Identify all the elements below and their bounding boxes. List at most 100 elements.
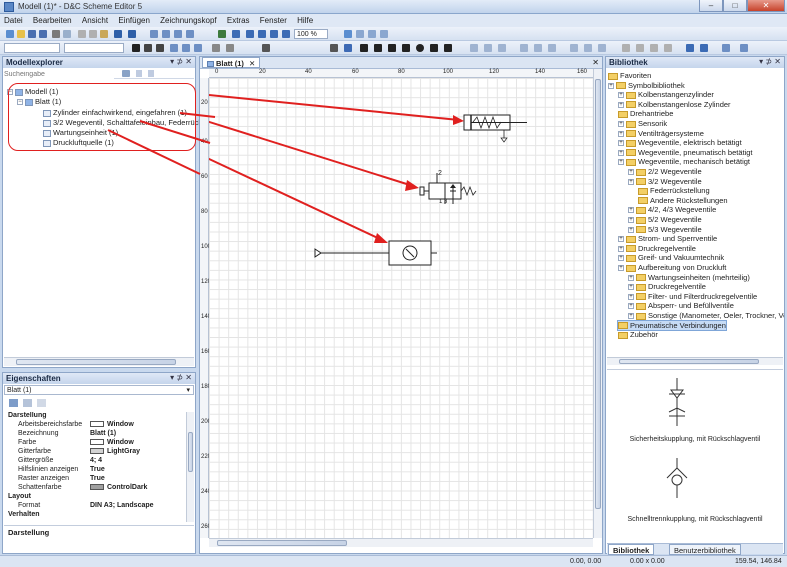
expand-icon[interactable]: + [608,82,614,89]
library-item[interactable]: Zubehör [618,330,658,339]
connector-icon[interactable] [262,44,270,52]
menu-zeichnungskopf[interactable]: Zeichnungskopf [156,14,220,25]
align-bottom-icon[interactable] [548,44,556,52]
print-icon[interactable] [52,30,60,38]
property-row[interactable]: Gitterfarbe LightGray [4,448,180,457]
property-row[interactable]: Gittergröße 4; 4 [4,457,180,466]
layout-icon[interactable] [356,30,364,38]
panel-controls[interactable]: ▾ ⊅ ✕ [170,373,192,382]
library-item[interactable]: Drehantriebe [618,109,673,118]
align-icon[interactable] [150,30,158,38]
expand-icon[interactable]: + [618,255,624,262]
expand-icon[interactable]: + [628,293,634,300]
grid-icon[interactable] [344,30,352,38]
expand-icon[interactable]: + [618,92,624,99]
scroll-thumb[interactable] [16,359,176,365]
undo-icon[interactable] [114,30,122,38]
new-icon[interactable] [6,30,14,38]
library-item[interactable]: + Aufbereitung von Druckluft [618,263,726,272]
triangle-tool-icon[interactable] [388,44,396,52]
menu-fenster[interactable]: Fenster [256,14,291,25]
sheet-icon[interactable] [380,30,388,38]
library-item[interactable]: +5/2 Wegeventile [628,215,702,224]
library-item[interactable]: Federrückstellung [638,186,710,195]
layers-icon[interactable] [722,44,730,52]
grid-toggle-icon[interactable] [700,44,708,52]
line-tool-icon[interactable] [360,44,368,52]
same-size-icon[interactable] [598,44,606,52]
align-right-icon[interactable] [194,44,202,52]
scroll-thumb[interactable] [217,540,347,546]
align-middle-icon[interactable] [534,44,542,52]
expand-icon[interactable]: + [618,140,624,147]
categorized-icon[interactable] [9,399,18,407]
redo-icon[interactable] [128,30,136,38]
canvas-h-scrollbar[interactable] [209,538,593,547]
print-preview-icon[interactable] [63,30,71,38]
expand-icon[interactable]: + [618,149,624,156]
canvas-v-scrollbar[interactable] [593,69,602,538]
scroll-thumb[interactable] [619,359,759,364]
expand-icon[interactable]: + [628,217,634,224]
expand-icon[interactable]: + [628,303,634,310]
library-item[interactable]: Andere Rückstellungen [638,196,728,205]
group-icon[interactable] [174,30,182,38]
library-item[interactable]: +4/2, 4/3 Wegeventile [628,205,716,214]
expand-icon[interactable]: + [618,159,624,166]
property-row[interactable]: Format DIN A3; Landscape [4,502,180,511]
text-tool-icon[interactable] [330,44,338,52]
library-item[interactable]: + Druckregelventile [628,282,706,291]
arc-tool-icon[interactable] [430,44,438,52]
menu-datei[interactable]: Datei [0,14,27,25]
line-style-icon[interactable] [212,44,220,52]
align-center-icon[interactable] [182,44,190,52]
library-item[interactable]: + Wegeventile, elektrisch betätigt [618,138,742,147]
property-pages-icon[interactable] [37,399,47,407]
same-width-icon[interactable] [570,44,578,52]
align-left-icon[interactable] [170,44,178,52]
scroll-thumb[interactable] [188,432,193,472]
close-document-icon[interactable]: ✕ [592,58,599,67]
valve-symbol[interactable] [419,173,477,204]
image-tool-icon[interactable] [344,44,352,52]
zoom-select[interactable]: 100 % [294,29,328,39]
library-item[interactable]: + Sonstige (Manometer, Oeler, Trockner, V… [628,311,784,320]
save-all-icon[interactable] [39,30,47,38]
underline-icon[interactable] [156,44,164,52]
expand-icon[interactable]: + [618,101,624,108]
rectangle-tool-icon[interactable] [402,44,410,52]
library-item[interactable]: Pneumatische Verbindungen [617,319,727,331]
paste-icon[interactable] [100,30,108,38]
bold-icon[interactable] [132,44,140,52]
page-icon[interactable] [368,30,376,38]
property-section[interactable]: Darstellung [4,412,180,421]
library-item[interactable]: + Greif- und Vakuumtechnik [618,253,724,262]
property-row[interactable]: Farbe Window [4,439,180,448]
zoom-in-icon[interactable] [246,30,254,38]
font-select[interactable] [4,43,60,53]
expand-icon[interactable]: + [618,130,624,137]
library-item[interactable]: + Druckregelventile [618,244,696,253]
maintenance-unit-symbol[interactable] [321,240,437,266]
model-search-input[interactable] [4,70,114,79]
coupling-symbol-1[interactable] [668,378,686,426]
menu-bearbeiten[interactable]: Bearbeiten [29,14,76,25]
library-h-scrollbar[interactable] [607,357,783,365]
property-row[interactable]: Arbeitsbereichsfarbe Window [4,421,180,430]
menu-extras[interactable]: Extras [223,14,254,25]
italic-icon[interactable] [144,44,152,52]
explorer-h-scrollbar[interactable] [4,357,194,366]
tab-blatt[interactable]: Blatt (1) ✕ [202,57,261,68]
cut-icon[interactable] [78,30,86,38]
menu-ansicht[interactable]: Ansicht [78,14,112,25]
save-icon[interactable] [28,30,36,38]
library-item[interactable]: + Kolbenstangenzylinder [618,90,714,99]
tab-close-icon[interactable]: ✕ [249,59,255,68]
font-size-select[interactable] [64,43,124,53]
library-item[interactable]: +3/2 Wegeventile [628,177,702,186]
object-select[interactable]: Blatt (1) ▾ [4,385,194,395]
curve-tool-icon[interactable] [444,44,452,52]
expand-icon[interactable]: + [628,226,634,233]
expand-icon[interactable]: + [628,313,634,320]
expand-icon[interactable]: + [628,207,634,214]
